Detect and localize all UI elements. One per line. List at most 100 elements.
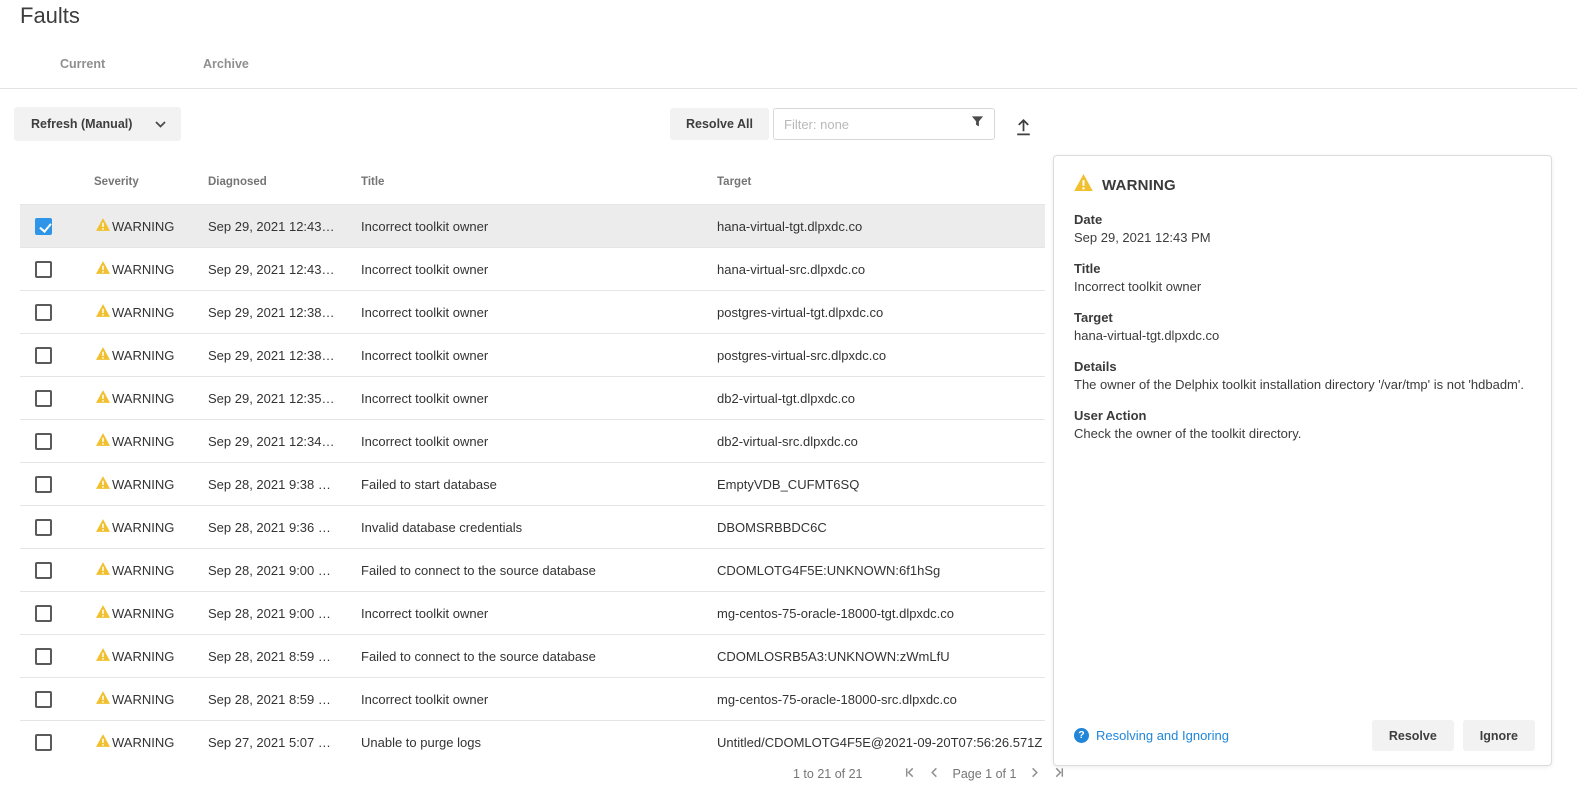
row-checkbox[interactable]: [35, 433, 52, 450]
tab-archive[interactable]: Archive: [203, 57, 249, 71]
table-row[interactable]: WARNING Sep 29, 2021 12:34… Incorrect to…: [20, 419, 1045, 462]
cell-target: CDOMLOTG4F5E:UNKNOWN:6f1hSg: [717, 549, 940, 592]
first-page-button[interactable]: [897, 766, 922, 782]
severity-label: WARNING: [112, 506, 174, 549]
refresh-dropdown[interactable]: Refresh (Manual): [14, 107, 181, 141]
resolve-all-button[interactable]: Resolve All: [670, 108, 769, 140]
fault-detail-panel: WARNING Date Sep 29, 2021 12:43 PM Title…: [1053, 155, 1552, 766]
table-row[interactable]: WARNING Sep 29, 2021 12:43… Incorrect to…: [20, 204, 1045, 247]
filter-funnel-icon[interactable]: [971, 115, 984, 133]
warning-triangle-icon: [96, 506, 110, 549]
filter-box: [773, 108, 995, 140]
table-row[interactable]: WARNING Sep 27, 2021 5:07 … Unable to pu…: [20, 720, 1045, 757]
panel-field: Title Incorrect toolkit owner: [1074, 260, 1531, 295]
severity-label: WARNING: [112, 377, 174, 420]
cell-title: Incorrect toolkit owner: [361, 248, 488, 291]
export-arrow-up-icon: [1013, 116, 1034, 140]
cell-diagnosed: Sep 29, 2021 12:38…: [208, 291, 335, 334]
panel-field: Details The owner of the Delphix toolkit…: [1074, 358, 1531, 393]
severity-label: WARNING: [112, 678, 174, 721]
warning-triangle-icon: [96, 334, 110, 377]
warning-triangle-icon: [96, 377, 110, 420]
pagination: 1 to 21 of 21 Page 1 of 1: [793, 766, 1072, 782]
row-checkbox[interactable]: [35, 218, 52, 235]
panel-field: Date Sep 29, 2021 12:43 PM: [1074, 211, 1531, 246]
panel-field-label: Date: [1074, 211, 1531, 228]
table-row[interactable]: WARNING Sep 28, 2021 9:38 … Failed to st…: [20, 462, 1045, 505]
panel-field-label: Details: [1074, 358, 1531, 375]
filter-input[interactable]: [784, 117, 971, 132]
panel-field-value: Check the owner of the toolkit directory…: [1074, 425, 1531, 442]
resolve-button[interactable]: Resolve: [1372, 720, 1454, 751]
table-row[interactable]: WARNING Sep 29, 2021 12:35… Incorrect to…: [20, 376, 1045, 419]
table-row[interactable]: WARNING Sep 29, 2021 12:38… Incorrect to…: [20, 333, 1045, 376]
severity-label: WARNING: [112, 721, 174, 757]
row-checkbox[interactable]: [35, 304, 52, 321]
row-checkbox[interactable]: [35, 390, 52, 407]
table-row[interactable]: WARNING Sep 29, 2021 12:38… Incorrect to…: [20, 290, 1045, 333]
table-row[interactable]: WARNING Sep 28, 2021 8:59 … Incorrect to…: [20, 677, 1045, 720]
table-row[interactable]: WARNING Sep 28, 2021 8:59 … Failed to co…: [20, 634, 1045, 677]
last-page-button[interactable]: [1047, 766, 1072, 782]
next-page-icon: [1028, 766, 1041, 782]
cell-diagnosed: Sep 28, 2021 8:59 …: [208, 678, 331, 721]
first-page-icon: [903, 766, 916, 782]
row-checkbox[interactable]: [35, 691, 52, 708]
cell-target: db2-virtual-src.dlpxdc.co: [717, 420, 858, 463]
warning-triangle-icon: [96, 635, 110, 678]
row-checkbox[interactable]: [35, 648, 52, 665]
warning-triangle-icon: [96, 592, 110, 635]
warning-triangle-icon: [96, 549, 110, 592]
cell-severity: WARNING: [96, 248, 174, 291]
row-checkbox[interactable]: [35, 261, 52, 278]
panel-field: User Action Check the owner of the toolk…: [1074, 407, 1531, 442]
prev-page-button[interactable]: [922, 766, 947, 782]
ignore-button[interactable]: Ignore: [1463, 720, 1535, 751]
panel-field-value: The owner of the Delphix toolkit install…: [1074, 376, 1531, 393]
table-row[interactable]: WARNING Sep 28, 2021 9:00 … Failed to co…: [20, 548, 1045, 591]
severity-label: WARNING: [112, 592, 174, 635]
faults-page: Faults Current Archive Refresh (Manual) …: [0, 0, 1577, 801]
severity-label: WARNING: [112, 291, 174, 334]
table-row[interactable]: WARNING Sep 28, 2021 9:36 … Invalid data…: [20, 505, 1045, 548]
tab-current[interactable]: Current: [60, 57, 105, 71]
row-checkbox[interactable]: [35, 605, 52, 622]
row-checkbox[interactable]: [35, 476, 52, 493]
prev-page-icon: [928, 766, 941, 782]
pagination-range: 1 to 21 of 21: [793, 767, 863, 781]
cell-severity: WARNING: [96, 678, 174, 721]
next-page-button[interactable]: [1022, 766, 1047, 782]
cell-severity: WARNING: [96, 635, 174, 678]
table-row[interactable]: WARNING Sep 29, 2021 12:43… Incorrect to…: [20, 247, 1045, 290]
resolving-and-ignoring-link[interactable]: ? Resolving and Ignoring: [1074, 728, 1229, 743]
warning-triangle-icon: [96, 420, 110, 463]
cell-title: Failed to connect to the source database: [361, 635, 596, 678]
warning-triangle-icon: [96, 678, 110, 721]
cell-diagnosed: Sep 28, 2021 8:59 …: [208, 635, 331, 678]
cell-severity: WARNING: [96, 334, 174, 377]
cell-severity: WARNING: [96, 549, 174, 592]
row-checkbox[interactable]: [35, 519, 52, 536]
row-checkbox[interactable]: [35, 347, 52, 364]
cell-target: mg-centos-75-oracle-18000-src.dlpxdc.co: [717, 678, 957, 721]
row-checkbox[interactable]: [35, 562, 52, 579]
panel-footer: ? Resolving and Ignoring Resolve Ignore: [1074, 720, 1535, 751]
export-button[interactable]: [1009, 114, 1037, 142]
severity-label: WARNING: [112, 420, 174, 463]
panel-field-label: Target: [1074, 309, 1531, 326]
warning-triangle-icon: [96, 291, 110, 334]
column-header-severity: Severity: [94, 176, 139, 188]
cell-target: CDOMLOSRB5A3:UNKNOWN:zWmLfU: [717, 635, 950, 678]
warning-triangle-icon: [96, 721, 110, 757]
severity-label: WARNING: [112, 205, 174, 248]
panel-severity-label: WARNING: [1102, 177, 1176, 194]
cell-target: mg-centos-75-oracle-18000-tgt.dlpxdc.co: [717, 592, 954, 635]
tabs-divider: [0, 88, 1577, 89]
column-header-diagnosed: Diagnosed: [208, 176, 267, 188]
cell-severity: WARNING: [96, 463, 174, 506]
cell-title: Failed to connect to the source database: [361, 549, 596, 592]
table-row[interactable]: WARNING Sep 28, 2021 9:00 … Incorrect to…: [20, 591, 1045, 634]
pagination-page-label: Page 1 of 1: [953, 767, 1017, 781]
row-checkbox[interactable]: [35, 734, 52, 751]
panel-field-label: User Action: [1074, 407, 1531, 424]
